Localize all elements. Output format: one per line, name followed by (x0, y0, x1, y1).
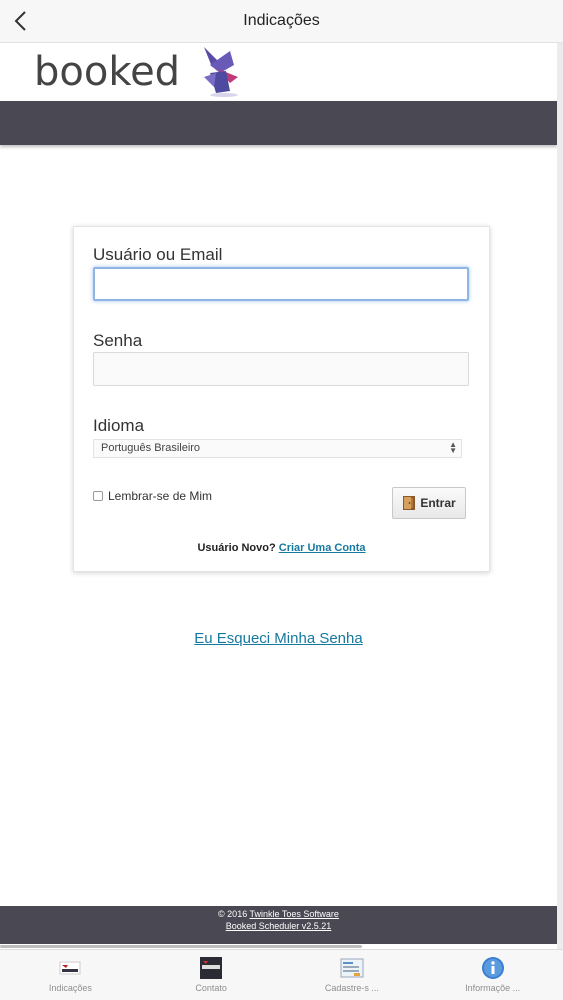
vertical-scrollbar[interactable] (557, 43, 563, 949)
password-input[interactable] (93, 352, 469, 386)
forgot-password: Eu Esqueci Minha Senha (0, 630, 557, 647)
web-content[interactable]: booked Usuário ou Email Senha Idioma Por… (0, 43, 557, 949)
footer: © 2016 Twinkle Toes Software Booked Sche… (0, 906, 557, 944)
language-select-value: Português Brasileiro (101, 442, 201, 454)
enter-label: Entrar (420, 496, 456, 510)
new-user-line: Usuário Novo? Criar Uma Conta (74, 542, 489, 554)
header-bar (0, 101, 557, 145)
tab-bar: Indicações Contato Cadastre-s ... Inform… (0, 949, 563, 1000)
username-label: Usuário ou Email (93, 245, 223, 264)
remember-label: Lembrar-se de Mim (108, 489, 213, 503)
tab-informacoes[interactable]: Informaçõe ... (422, 950, 563, 1000)
password-label: Senha (93, 331, 143, 350)
form-icon (340, 958, 364, 978)
info-icon (481, 957, 504, 979)
door-icon (403, 496, 416, 510)
page-title: Indicações (243, 12, 320, 29)
booked-logo-text: booked (34, 49, 181, 95)
language-label: Idioma (93, 416, 145, 435)
indica-icon (59, 961, 81, 975)
remember-checkbox[interactable] (93, 491, 103, 501)
logo-area: booked (0, 43, 557, 101)
tab-cadastre[interactable]: Cadastre-s ... (282, 950, 423, 1000)
enter-button[interactable]: Entrar (392, 487, 466, 519)
username-input[interactable] (93, 267, 469, 301)
contato-icon (200, 957, 223, 979)
login-form: Usuário ou Email Senha Idioma Português … (73, 226, 490, 572)
tab-indicacoes[interactable]: Indicações (0, 950, 141, 1000)
version-link[interactable]: Booked Scheduler v2.5.21 (226, 921, 332, 931)
language-select[interactable]: Português Brasileiro ▲ ▼ (93, 439, 462, 458)
company-link[interactable]: Twinkle Toes Software (250, 909, 339, 919)
tab-contato[interactable]: Contato (141, 950, 282, 1000)
tab-label: Cadastre-s ... (324, 983, 379, 993)
remember-me[interactable]: Lembrar-se de Mim (93, 489, 212, 503)
tab-label: Contato (195, 983, 227, 993)
navigation-bar: Indicações (0, 0, 563, 43)
horizontal-scrollbar[interactable] (0, 945, 362, 948)
forgot-password-link[interactable]: Eu Esqueci Minha Senha (194, 630, 362, 647)
copyright-text: © 2016 (218, 909, 248, 919)
tab-label: Indicações (48, 983, 92, 993)
booked-logo-icon (204, 47, 238, 97)
create-account-link[interactable]: Criar Uma Conta (279, 542, 366, 554)
select-arrows-icon: ▲ ▼ (449, 440, 457, 455)
new-user-text: Usuário Novo? (197, 542, 276, 554)
tab-label: Informaçõe ... (465, 983, 521, 993)
